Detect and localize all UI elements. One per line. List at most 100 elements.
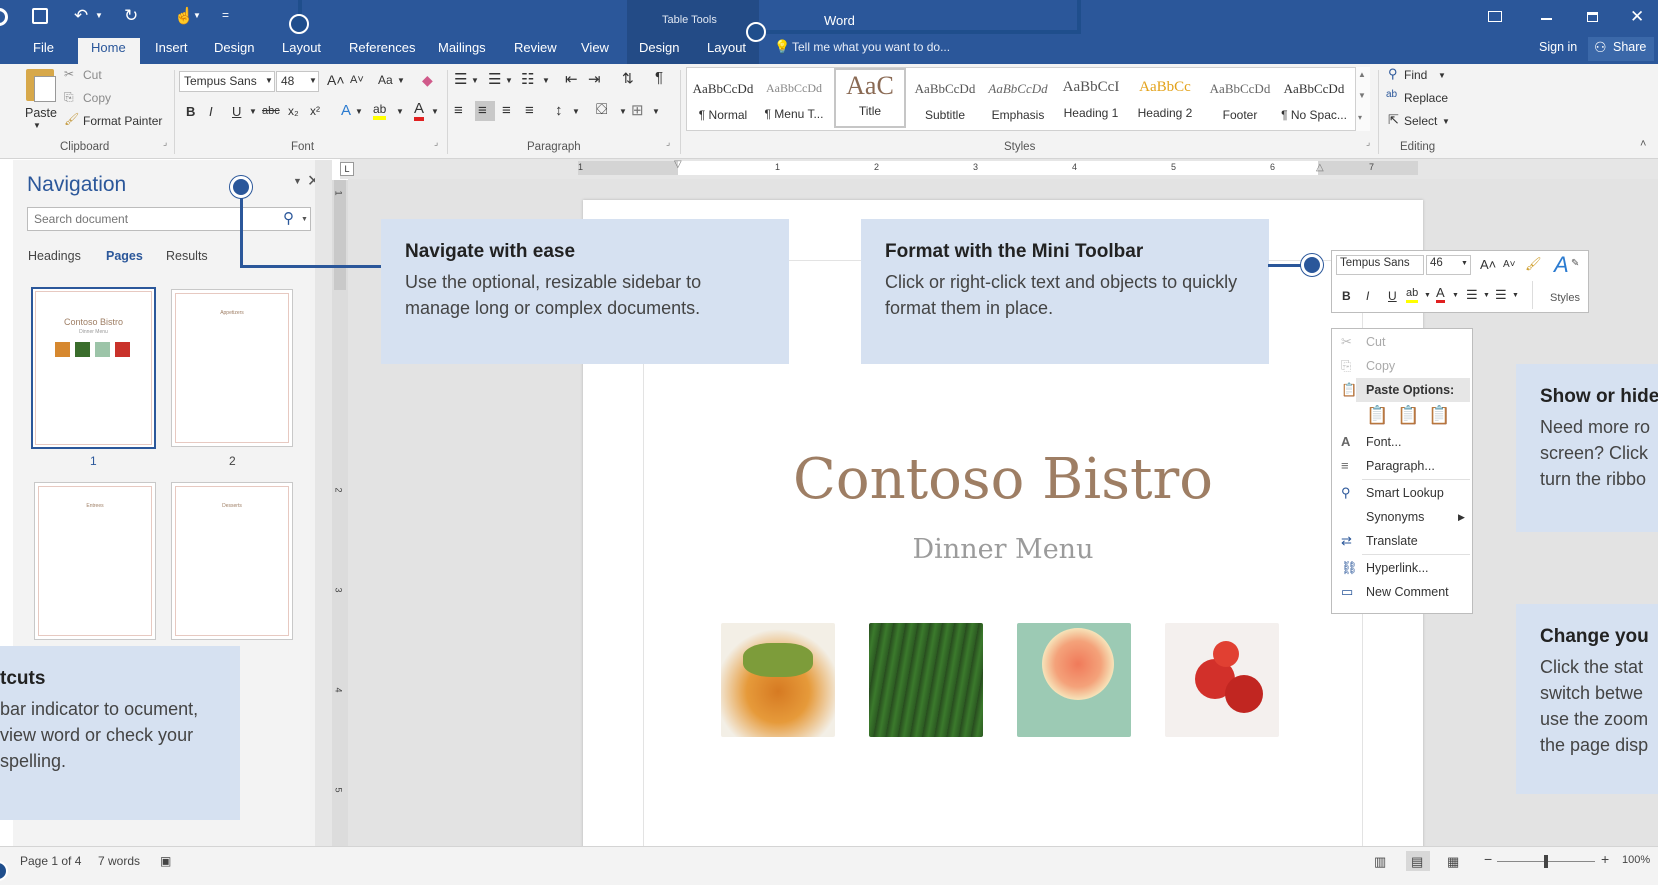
tab-table-layout[interactable]: Layout [707,40,746,55]
food-photo-edamame[interactable] [721,623,835,737]
print-layout-icon[interactable]: ▤ [1411,854,1423,870]
menu-item-font[interactable]: A Font... [1332,430,1472,454]
paragraph-launcher-icon[interactable]: ⌟ [666,137,670,148]
font-name-dropdown-icon[interactable]: ▼ [265,76,273,85]
nav-tab-headings[interactable]: Headings [28,249,81,263]
page-count-indicator[interactable]: Page 1 of 4 [20,854,81,868]
font-size-dropdown-icon[interactable]: ▼ [309,76,317,85]
mini-font-color-icon[interactable]: A [1436,286,1445,303]
tell-me-search[interactable]: Tell me what you want to do... [792,40,950,54]
numbering-dropdown-icon[interactable]: ▼ [505,76,513,85]
clipboard-launcher-icon[interactable]: ⌟ [163,137,167,148]
shading-dropdown-icon[interactable]: ▼ [619,107,627,116]
highlight-icon[interactable]: ab [373,102,387,120]
customize-qat-icon[interactable]: = [222,8,229,22]
multilevel-dropdown-icon[interactable]: ▼ [542,76,550,85]
align-center-icon[interactable]: ≡ [478,102,487,119]
minimize-icon[interactable] [1541,18,1552,20]
sort-icon[interactable]: ⇅ [622,70,634,87]
mini-bold-icon[interactable]: B [1342,289,1351,303]
search-dropdown-icon[interactable]: ▼ [301,216,308,223]
first-line-indent-icon[interactable]: ▽ [674,159,682,170]
strikethrough-icon[interactable]: abc [262,105,280,117]
menu-item-copy[interactable]: ⎘ Copy [1332,354,1472,378]
bullets-dropdown-icon[interactable]: ▼ [471,76,479,85]
italic-icon[interactable]: I [209,104,213,119]
touch-dropdown-icon[interactable]: ▼ [193,11,201,20]
tab-references[interactable]: References [349,40,415,55]
change-case-dropdown-icon[interactable]: ▼ [397,76,405,85]
subscript-icon[interactable]: x₂ [288,104,299,118]
clear-formatting-icon[interactable]: ◆ [422,72,433,89]
vertical-ruler[interactable]: 1 2 3 4 5 [332,180,348,846]
bullets-icon[interactable]: ☰ [454,70,467,88]
zoom-in-icon[interactable]: + [1601,851,1609,867]
superscript-icon[interactable]: x² [310,104,320,118]
menu-item-hyperlink[interactable]: ⛓ Hyperlink... [1332,556,1472,580]
nav-tab-results[interactable]: Results [166,249,208,263]
justify-icon[interactable]: ≡ [525,102,534,119]
style-no-spacing[interactable]: AaBbCcDd ¶ No Spac... [1279,69,1349,127]
tab-selector-icon[interactable]: L [340,162,354,176]
tab-mailings[interactable]: Mailings [438,40,486,55]
shading-icon[interactable]: ⛋ [596,101,607,118]
page-thumbnail-3[interactable]: Entrees [34,482,156,640]
redo-icon[interactable]: ↻ [124,6,138,26]
font-color-icon[interactable]: A [414,101,425,121]
mini-grow-font-icon[interactable]: A˄ [1480,257,1496,272]
mini-size-dropdown-icon[interactable]: ▼ [1461,260,1468,267]
style-title[interactable]: AaC Title [834,68,906,128]
styles-launcher-icon[interactable]: ⌟ [1366,137,1370,148]
document-title[interactable]: Contoso Bistro [583,447,1423,512]
undo-dropdown-icon[interactable]: ▼ [95,11,103,20]
highlight-dropdown-icon[interactable]: ▼ [396,107,404,116]
tab-design[interactable]: Design [214,40,254,55]
line-spacing-icon[interactable]: ↕ [555,102,563,119]
align-right-icon[interactable]: ≡ [502,102,511,119]
right-indent-icon[interactable]: △ [1316,162,1324,173]
tab-home[interactable]: Home [91,40,126,55]
decrease-indent-icon[interactable]: ⇤ [565,70,578,88]
search-input[interactable] [27,207,311,231]
style-normal[interactable]: AaBbCcDd ¶ Normal [688,69,758,127]
numbering-icon[interactable]: ☰ [488,70,501,88]
tab-file[interactable]: File [33,40,54,55]
font-name-box[interactable]: Tempus Sans [179,71,275,92]
format-painter-button[interactable]: Format Painter [83,114,162,128]
paste-merge-icon[interactable]: 📋 [1397,405,1419,426]
mini-format-painter-icon[interactable]: 🖌 [1525,256,1542,272]
select-icon[interactable]: ⇱ [1388,112,1399,128]
styles-scroll-up-icon[interactable]: ▲ [1358,70,1366,79]
styles-scroll-down-icon[interactable]: ▼ [1358,91,1366,100]
tab-insert[interactable]: Insert [155,40,188,55]
paste-text-only-icon[interactable]: 📋 [1428,405,1450,426]
mini-highlight-icon[interactable]: ab [1406,287,1419,303]
increase-indent-icon[interactable]: ⇥ [588,70,601,88]
zoom-level[interactable]: 100% [1622,854,1650,866]
select-dropdown-icon[interactable]: ▼ [1442,117,1450,126]
cut-icon[interactable]: ✂ [64,67,74,81]
shrink-font-icon[interactable]: A˅ [350,74,364,86]
style-heading-1[interactable]: AaBbCcI Heading 1 [1056,69,1126,127]
zoom-out-icon[interactable]: − [1484,851,1492,867]
bold-icon[interactable]: B [186,104,195,119]
pane-options-icon[interactable]: ▼ [293,176,302,186]
food-photo-asparagus[interactable] [869,623,983,737]
menu-item-translate[interactable]: ⇄ Translate [1332,529,1472,553]
tab-layout[interactable]: Layout [282,40,321,55]
food-photo-grapefruit[interactable] [1017,623,1131,737]
mini-numbering-icon[interactable]: ☰ [1495,287,1507,303]
multilevel-list-icon[interactable]: ☷ [521,70,534,88]
replace-button[interactable]: Replace [1404,91,1448,105]
change-case-button[interactable]: Aa [378,73,393,87]
style-menu-title[interactable]: AaBbCcDd ¶ Menu T... [759,69,829,127]
mini-italic-icon[interactable]: I [1366,289,1369,303]
paste-keep-source-icon[interactable]: 📋 [1366,405,1388,426]
copy-button[interactable]: Copy [83,91,111,105]
menu-item-synonyms[interactable]: Synonyms ▶ [1332,505,1472,529]
text-effects-icon[interactable]: A [341,102,351,119]
menu-item-paragraph[interactable]: ≡ Paragraph... [1332,454,1472,478]
style-footer[interactable]: AaBbCcDd Footer [1205,69,1275,127]
save-icon[interactable] [32,8,48,24]
style-subtitle[interactable]: AaBbCcDd Subtitle [910,69,980,127]
